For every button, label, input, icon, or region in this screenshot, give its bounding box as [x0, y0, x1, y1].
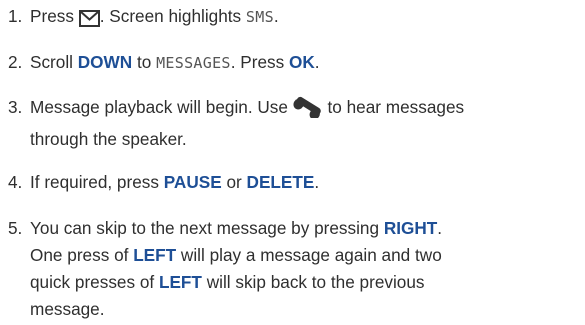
text-run: . — [437, 218, 443, 238]
display-text-messages: MESSAGES — [156, 54, 231, 72]
key-delete: DELETE — [246, 172, 315, 192]
step-number: 3. — [8, 97, 23, 117]
handset-icon — [293, 96, 323, 126]
key-right: RIGHT — [383, 218, 438, 238]
text-run: . — [314, 172, 320, 192]
text-run: One press of — [30, 245, 134, 265]
step-text: Press . Screen highlights SMS. — [30, 3, 582, 35]
text-run: You can skip to the next message by pres… — [30, 218, 384, 238]
key-pause: PAUSE — [163, 172, 222, 192]
text-run: . — [314, 52, 320, 72]
step-number: 4. — [8, 172, 23, 192]
text-run: . — [273, 6, 279, 26]
text-run: or — [221, 172, 247, 192]
key-left: LEFT — [133, 245, 177, 265]
text-run: to hear messages — [322, 97, 465, 117]
display-text-sms: SMS — [245, 8, 274, 26]
step-number: 2. — [8, 52, 23, 72]
key-left: LEFT — [158, 272, 202, 292]
step-number: 5. — [8, 218, 23, 238]
instruction-list: 1. Press . Screen highlights SMS. 2. Scr… — [0, 0, 585, 325]
text-run: . Press — [230, 52, 289, 72]
text-run: message. — [30, 299, 105, 319]
text-run: Scroll — [30, 52, 78, 72]
text-run: . Screen highlights — [99, 6, 246, 26]
envelope-icon — [78, 8, 100, 35]
text-run: If required, press — [30, 172, 164, 192]
step-number: 1. — [8, 6, 23, 26]
text-run: Press — [30, 6, 79, 26]
text-run: to — [132, 52, 157, 72]
step-text: If required, press PAUSE or DELETE. — [30, 169, 582, 196]
step-text: You can skip to the next message by pres… — [30, 215, 582, 323]
key-down: DOWN — [77, 52, 133, 72]
text-run: through the speaker. — [30, 129, 187, 149]
text-run: quick presses of — [30, 272, 159, 292]
step-text: Scroll DOWN to MESSAGES. Press OK. — [30, 49, 582, 77]
text-run: will skip back to the previous — [201, 272, 425, 292]
text-run: will play a message again and two — [176, 245, 442, 265]
text-run: Message playback will begin. Use — [30, 97, 293, 117]
step-text: Message playback will begin. Use to hear… — [30, 94, 582, 153]
key-ok: OK — [289, 52, 315, 72]
